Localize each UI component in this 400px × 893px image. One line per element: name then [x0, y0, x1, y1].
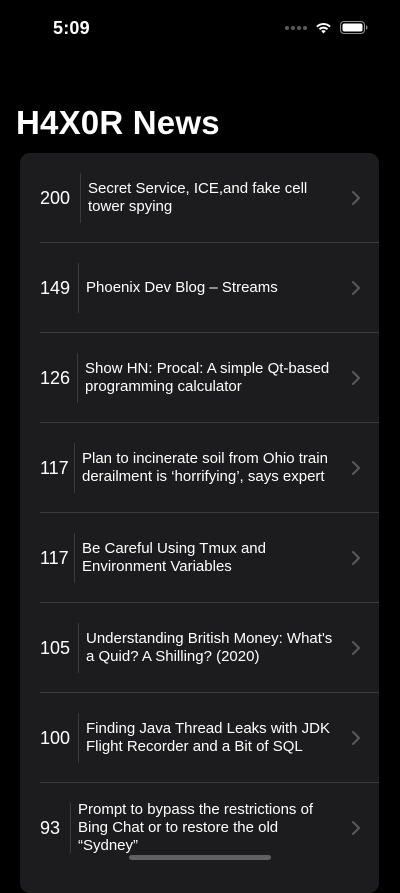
story-separator: [80, 173, 81, 223]
story-separator: [74, 443, 75, 493]
story-row[interactable]: 100 Finding Java Thread Leaks with JDK F…: [40, 693, 379, 783]
story-separator: [70, 803, 71, 853]
chevron-right-icon: [352, 371, 360, 385]
story-score: 126: [40, 367, 71, 388]
story-score: 100: [40, 727, 71, 748]
story-score: 105: [40, 637, 71, 658]
story-score: 117: [40, 457, 69, 478]
home-indicator[interactable]: [129, 855, 271, 860]
story-score: 200: [40, 187, 71, 208]
chevron-right-icon: [352, 821, 360, 835]
wifi-icon: [316, 23, 331, 34]
story-title: Be Careful Using Tmux and Environment Va…: [82, 540, 266, 575]
story-title: Finding Java Thread Leaks with JDK Fligh…: [86, 720, 331, 755]
story-separator: [77, 353, 78, 403]
story-title: Show HN: Procal: A simple Qt-based progr…: [85, 360, 330, 395]
story-row[interactable]: 126 Show HN: Procal: A simple Qt-based p…: [40, 333, 379, 423]
story-separator: [78, 263, 79, 313]
story-row[interactable]: 105 Understanding British Money: What's …: [40, 603, 379, 693]
story-separator: [74, 533, 75, 583]
chevron-right-icon: [352, 641, 360, 655]
chevron-right-icon: [352, 461, 360, 475]
chevron-right-icon: [352, 281, 360, 295]
status-bar: 5:09: [0, 0, 400, 60]
story-list: 200 Secret Service, ICE,and fake cell to…: [20, 153, 379, 893]
story-title: Secret Service, ICE,and fake cell tower …: [88, 180, 308, 215]
story-score: 117: [40, 547, 69, 568]
story-title: Plan to incinerate soil from Ohio train …: [82, 450, 328, 485]
story-title: Phoenix Dev Blog – Streams: [86, 279, 278, 296]
story-score: 93: [40, 817, 61, 838]
status-icons: [285, 21, 368, 34]
page-title: H4X0R News: [16, 104, 220, 141]
story-title: Understanding British Money: What's a Qu…: [86, 630, 333, 665]
chevron-right-icon: [352, 191, 360, 205]
story-separator: [78, 713, 79, 763]
story-row[interactable]: 117 Plan to incinerate soil from Ohio tr…: [40, 423, 379, 513]
battery-icon: [340, 21, 368, 34]
story-row[interactable]: 117 Be Careful Using Tmux and Environmen…: [40, 513, 379, 603]
story-row[interactable]: 200 Secret Service, ICE,and fake cell to…: [40, 153, 379, 243]
story-score: 149: [40, 277, 71, 298]
chevron-right-icon: [352, 551, 360, 565]
story-separator: [78, 623, 79, 673]
status-time: 5:09: [53, 18, 90, 38]
story-row[interactable]: 149 Phoenix Dev Blog – Streams: [40, 243, 379, 333]
chevron-right-icon: [352, 731, 360, 745]
signal-dots-icon: [285, 25, 307, 30]
